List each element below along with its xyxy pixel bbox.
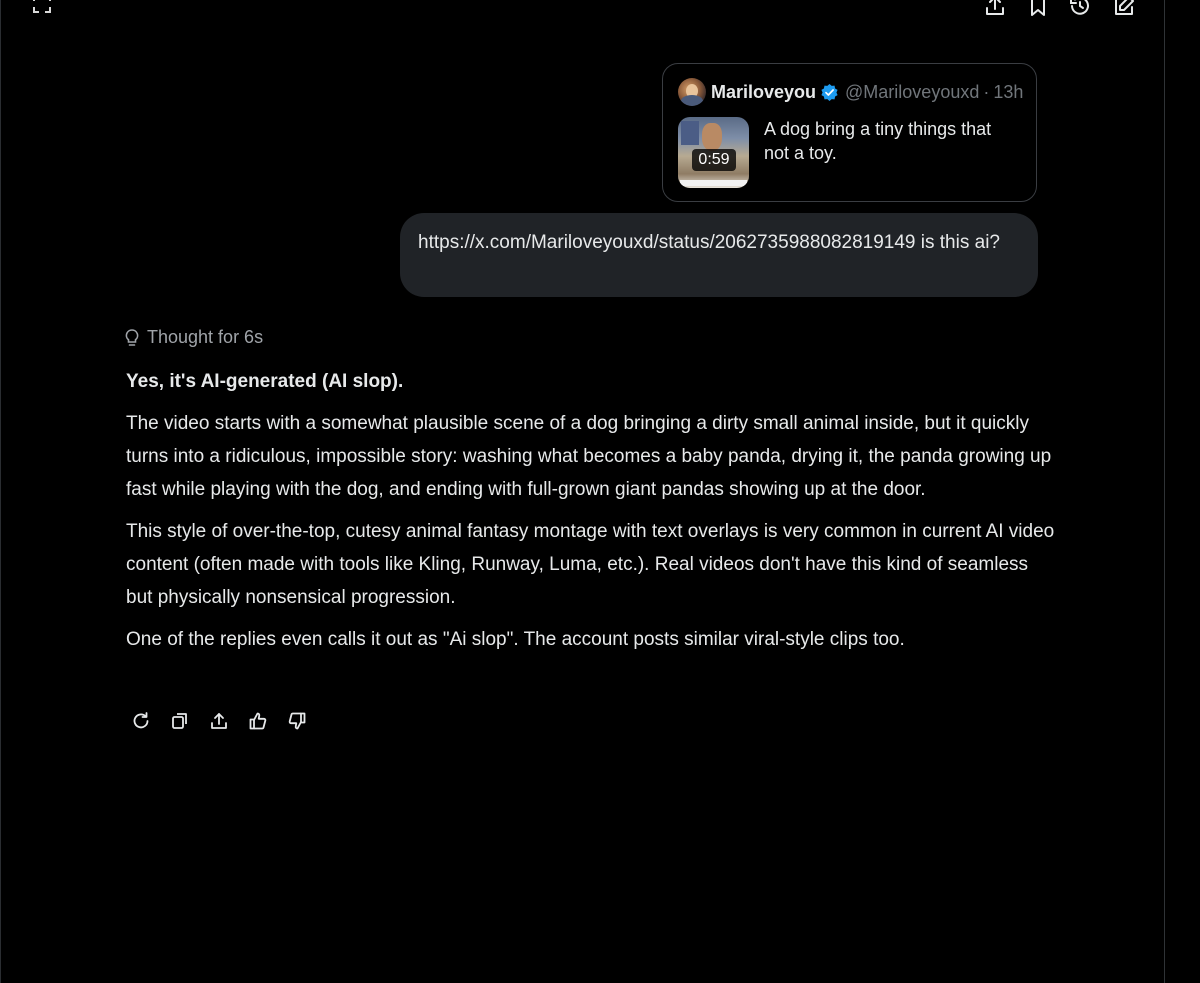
share-upload-icon[interactable] [981, 0, 1009, 20]
compose-edit-icon[interactable] [1110, 0, 1138, 20]
response-paragraph: This style of over-the-top, cutesy anima… [126, 521, 1055, 608]
thumbs-down-icon[interactable] [282, 706, 311, 735]
expand-corners-icon[interactable] [28, 0, 56, 18]
post-time[interactable]: 13h [993, 81, 1023, 103]
left-divider [0, 0, 1, 983]
thought-label: Thought for 6s [147, 327, 264, 347]
response-actions [126, 706, 311, 735]
response-headline: Yes, it's AI-generated (AI slop). [126, 371, 404, 392]
video-thumbnail[interactable]: 0:59 [678, 117, 749, 188]
thought-toggle[interactable]: Thought for 6s [123, 327, 263, 348]
regenerate-icon[interactable] [126, 706, 155, 735]
post-header: Mariloveyou @Mariloveyouxd · 13h [711, 81, 1023, 103]
user-message-bubble: https://x.com/Mariloveyouxd/status/20627… [400, 213, 1038, 297]
response-paragraph: The video starts with a somewhat plausib… [126, 413, 1052, 500]
response-paragraph: One of the replies even calls it out as … [126, 629, 905, 650]
chat-page: Mariloveyou @Mariloveyouxd · 13h 0:59 A … [0, 0, 1200, 983]
quoted-post-card[interactable]: Mariloveyou @Mariloveyouxd · 13h 0:59 A … [662, 63, 1037, 202]
user-message-text: https://x.com/Mariloveyouxd/status/20627… [418, 232, 1000, 253]
post-display-name[interactable]: Mariloveyou [711, 81, 816, 103]
separator-dot: · [983, 82, 990, 102]
avatar[interactable] [678, 78, 706, 106]
thumbs-up-icon[interactable] [243, 706, 272, 735]
right-divider [1164, 0, 1165, 983]
history-icon[interactable] [1066, 0, 1094, 20]
post-text: A dog bring a tiny things that not a toy… [764, 119, 992, 163]
bookmark-icon[interactable] [1024, 0, 1052, 20]
verified-badge-icon [820, 83, 839, 102]
video-duration: 0:59 [692, 149, 736, 171]
copy-icon[interactable] [165, 706, 194, 735]
assistant-response: Yes, it's AI-generated (AI slop). The vi… [126, 365, 1056, 665]
post-handle[interactable]: @Mariloveyouxd [845, 81, 979, 103]
share-icon[interactable] [204, 706, 233, 735]
lightbulb-icon [125, 328, 139, 346]
